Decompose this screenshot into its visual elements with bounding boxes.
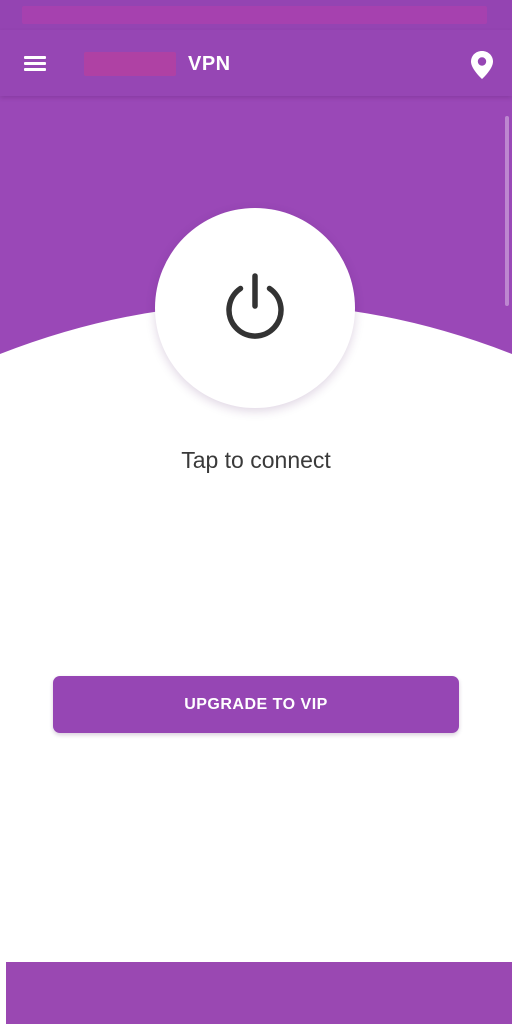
- hamburger-menu-icon[interactable]: [22, 51, 48, 75]
- map-pin-icon[interactable]: [468, 49, 496, 81]
- power-icon: [226, 273, 284, 339]
- connect-power-button[interactable]: [155, 208, 355, 408]
- app-title: VPN: [188, 53, 231, 75]
- connect-status-label: Tap to connect: [181, 447, 331, 473]
- redacted-logo: [84, 52, 176, 76]
- redacted-status-area: [22, 6, 487, 24]
- scroll-indicator: [505, 116, 509, 306]
- bottom-banner[interactable]: [6, 962, 512, 1024]
- app-bar: VPN: [0, 30, 512, 96]
- status-bar: [0, 0, 512, 30]
- upgrade-vip-button[interactable]: UPGRADE TO VIP: [53, 676, 459, 733]
